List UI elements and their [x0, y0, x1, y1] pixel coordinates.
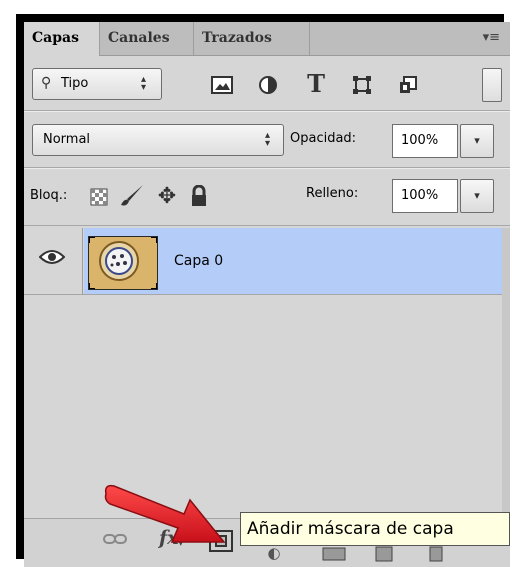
- search-icon: ⚲: [41, 75, 52, 91]
- pixel-layer-filter-icon[interactable]: [210, 74, 234, 96]
- fill-label: Relleno:: [306, 186, 359, 201]
- tab-canales[interactable]: Canales: [100, 22, 194, 55]
- lock-image-pixels-brush-icon[interactable]: [118, 182, 146, 210]
- tab-trazados[interactable]: Trazados: [194, 22, 310, 55]
- layers-scrollbar[interactable]: [502, 228, 510, 518]
- layer-row-divider: [24, 294, 510, 295]
- filter-toggle-switch[interactable]: [482, 68, 502, 102]
- lock-all-padlock-icon[interactable]: [188, 182, 210, 210]
- updown-icon: ▴ ▾: [141, 74, 147, 93]
- column-divider: [82, 228, 83, 294]
- divider: [24, 111, 510, 112]
- delete-layer-icon[interactable]: [422, 543, 450, 563]
- fill-input[interactable]: 100%: [392, 179, 458, 213]
- adjustment-layer-filter-icon[interactable]: [256, 74, 280, 96]
- layer-thumbnail[interactable]: [88, 236, 158, 290]
- divider: [24, 225, 510, 226]
- lock-position-move-icon[interactable]: ✥: [154, 182, 180, 210]
- opacity-input[interactable]: 100%: [392, 124, 458, 158]
- panel-tab-bar: Capas Canales Trazados ▾≡: [24, 22, 510, 56]
- opacity-label: Opacidad:: [290, 131, 357, 146]
- lock-transparent-pixels-icon[interactable]: [88, 186, 110, 208]
- layers-panel: Capas Canales Trazados ▾≡ ⚲ Tipo ▴ ▾ T No…: [24, 22, 510, 567]
- panel-menu-icon[interactable]: ▾≡: [483, 30, 500, 45]
- lock-label: Bloq.:: [30, 188, 68, 203]
- shape-layer-filter-icon[interactable]: [350, 74, 374, 96]
- filter-kind-label: Tipo: [61, 76, 89, 91]
- tooltip: Añadir máscara de capa: [240, 512, 510, 546]
- filter-kind-select[interactable]: ⚲ Tipo ▴ ▾: [32, 68, 162, 100]
- adjustment-layer-icon[interactable]: ◐: [260, 543, 288, 563]
- new-layer-icon[interactable]: [370, 543, 398, 563]
- blend-mode-value: Normal: [43, 132, 91, 147]
- type-layer-filter-icon[interactable]: T: [304, 69, 328, 98]
- tab-capas[interactable]: Capas: [24, 22, 100, 56]
- eye-visibility-icon[interactable]: [38, 246, 66, 268]
- group-icon[interactable]: [320, 543, 348, 563]
- smart-object-filter-icon[interactable]: [396, 74, 420, 96]
- fill-dropdown-button[interactable]: ▾: [460, 179, 494, 213]
- divider: [24, 168, 510, 169]
- opacity-dropdown-button[interactable]: ▾: [460, 124, 494, 158]
- updown-icon: ▴ ▾: [265, 130, 271, 149]
- red-arrow-annotation: [104, 484, 226, 543]
- blend-mode-select[interactable]: Normal ▴ ▾: [32, 124, 284, 156]
- layer-name[interactable]: Capa 0: [174, 253, 223, 269]
